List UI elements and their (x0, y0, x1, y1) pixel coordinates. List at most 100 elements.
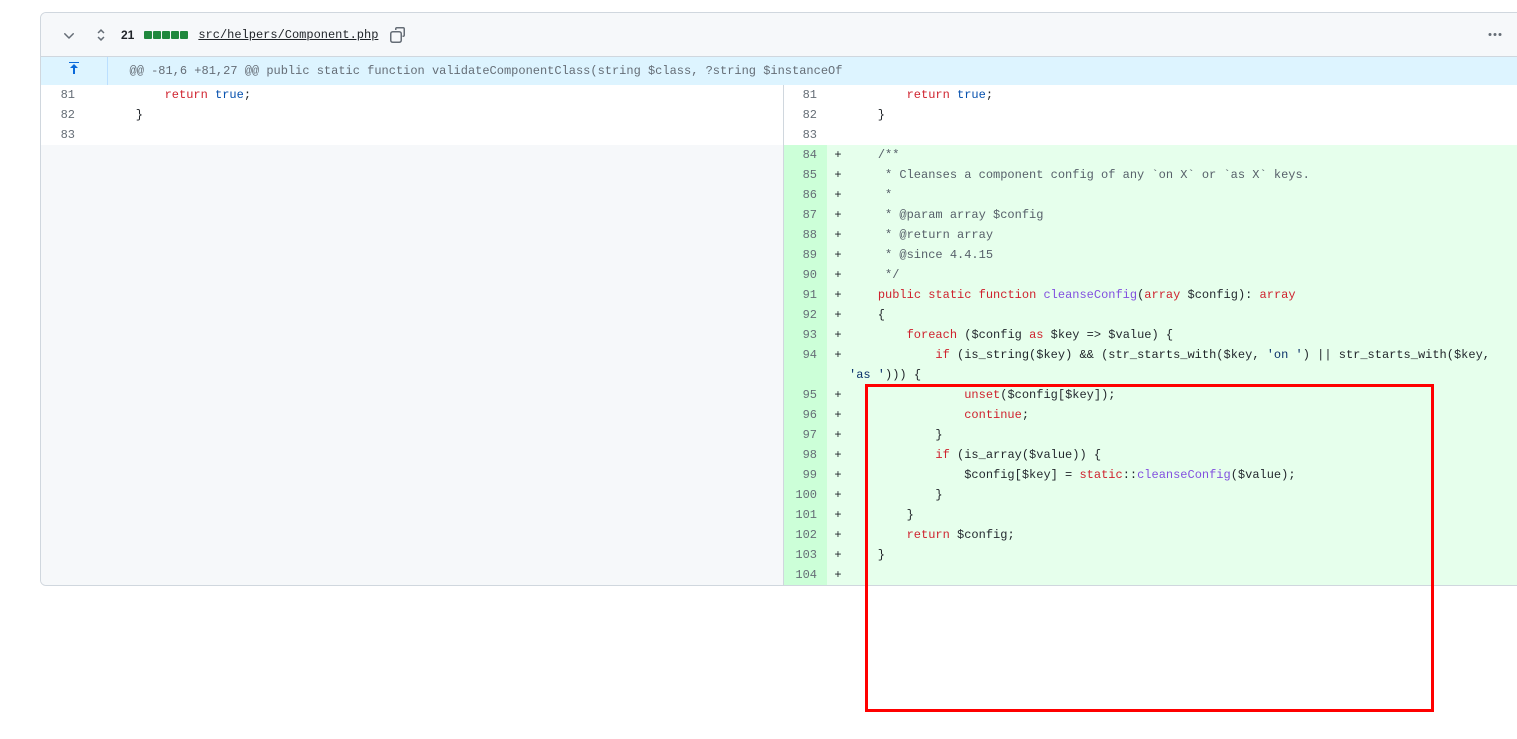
code-right[interactable]: return true; (849, 85, 1517, 105)
line-num-right[interactable]: 82 (783, 105, 827, 125)
line-num-left-empty (41, 285, 85, 305)
marker-left-empty (85, 285, 107, 305)
line-num-right[interactable]: 100 (783, 485, 827, 505)
code-right[interactable]: } (849, 485, 1517, 505)
code-left[interactable] (107, 125, 783, 145)
line-num-right[interactable]: 90 (783, 265, 827, 285)
code-left-empty (107, 345, 783, 385)
code-left[interactable]: return true; (107, 85, 783, 105)
marker-left-empty (85, 385, 107, 405)
diff-row: 97+ } (41, 425, 1517, 445)
code-right[interactable]: } (849, 545, 1517, 565)
code-right[interactable]: } (849, 105, 1517, 125)
line-num-left-empty (41, 245, 85, 265)
code-right[interactable] (849, 565, 1517, 585)
code-left-empty (107, 285, 783, 305)
chevron-down-icon[interactable] (57, 23, 81, 47)
diff-row: 94+ if (is_string($key) && (str_starts_w… (41, 345, 1517, 385)
code-right[interactable]: if (is_array($value)) { (849, 445, 1517, 465)
diff-row: 81 return true;81 return true; (41, 85, 1517, 105)
line-num-right[interactable]: 98 (783, 445, 827, 465)
expand-up-icon[interactable] (41, 57, 107, 85)
hunk-header-row: @@ -81,6 +81,27 @@ public static functio… (41, 57, 1517, 85)
diff-row: 95+ unset($config[$key]); (41, 385, 1517, 405)
line-num-left[interactable]: 82 (41, 105, 85, 125)
code-left[interactable]: } (107, 105, 783, 125)
code-right[interactable]: unset($config[$key]); (849, 385, 1517, 405)
line-num-left-empty (41, 425, 85, 445)
line-num-right[interactable]: 103 (783, 545, 827, 565)
line-num-right[interactable]: 94 (783, 345, 827, 385)
marker-left-empty (85, 565, 107, 585)
line-num-right[interactable]: 104 (783, 565, 827, 585)
file-header-left: 21 src/helpers/Component.php (57, 23, 410, 47)
line-num-right[interactable]: 102 (783, 525, 827, 545)
add-marker: + (827, 545, 849, 565)
line-num-right[interactable]: 101 (783, 505, 827, 525)
marker-left-empty (85, 425, 107, 445)
code-left-empty (107, 485, 783, 505)
code-right[interactable]: foreach ($config as $key => $value) { (849, 325, 1517, 345)
line-num-left-empty (41, 405, 85, 425)
line-num-right[interactable]: 87 (783, 205, 827, 225)
line-num-right[interactable]: 95 (783, 385, 827, 405)
expand-all-icon[interactable] (89, 23, 113, 47)
line-num-right[interactable]: 84 (783, 145, 827, 165)
code-right[interactable]: continue; (849, 405, 1517, 425)
line-num-left[interactable]: 83 (41, 125, 85, 145)
diffstat-block (144, 31, 152, 39)
add-marker: + (827, 485, 849, 505)
line-num-right[interactable]: 93 (783, 325, 827, 345)
code-left-empty (107, 505, 783, 525)
code-right[interactable]: return $config; (849, 525, 1517, 545)
code-right[interactable] (849, 125, 1517, 145)
line-num-right[interactable]: 88 (783, 225, 827, 245)
code-left-empty (107, 465, 783, 485)
marker-left-empty (85, 525, 107, 545)
code-right[interactable]: */ (849, 265, 1517, 285)
diff-row: 103+ } (41, 545, 1517, 565)
line-num-right[interactable]: 91 (783, 285, 827, 305)
code-right[interactable]: * (849, 185, 1517, 205)
line-num-right[interactable]: 97 (783, 425, 827, 445)
line-num-left-empty (41, 305, 85, 325)
add-marker: + (827, 345, 849, 385)
diff-row: 89+ * @since 4.4.15 (41, 245, 1517, 265)
marker-right (827, 125, 849, 145)
code-right[interactable]: * @return array (849, 225, 1517, 245)
diff-row: 96+ continue; (41, 405, 1517, 425)
code-right[interactable]: public static function cleanseConfig(arr… (849, 285, 1517, 305)
line-num-right[interactable]: 81 (783, 85, 827, 105)
line-num-right[interactable]: 83 (783, 125, 827, 145)
diff-row: 91+ public static function cleanseConfig… (41, 285, 1517, 305)
marker-left-empty (85, 405, 107, 425)
kebab-menu-icon[interactable] (1483, 23, 1507, 47)
code-left-empty (107, 425, 783, 445)
copy-icon[interactable] (386, 23, 410, 47)
file-path-link[interactable]: src/helpers/Component.php (198, 28, 378, 42)
line-num-left[interactable]: 81 (41, 85, 85, 105)
diffstat-block (171, 31, 179, 39)
line-num-right[interactable]: 99 (783, 465, 827, 485)
marker-left (85, 105, 107, 125)
code-right[interactable]: $config[$key] = static::cleanseConfig($v… (849, 465, 1517, 485)
code-right[interactable]: } (849, 505, 1517, 525)
code-right[interactable]: } (849, 425, 1517, 445)
code-right[interactable]: * Cleanses a component config of any `on… (849, 165, 1517, 185)
line-num-left-empty (41, 525, 85, 545)
code-right[interactable]: * @param array $config (849, 205, 1517, 225)
line-num-right[interactable]: 85 (783, 165, 827, 185)
code-left-empty (107, 405, 783, 425)
line-num-right[interactable]: 89 (783, 245, 827, 265)
code-right[interactable]: { (849, 305, 1517, 325)
diff-row: 88+ * @return array (41, 225, 1517, 245)
code-right[interactable]: /** (849, 145, 1517, 165)
diff-row: 92+ { (41, 305, 1517, 325)
line-num-right[interactable]: 86 (783, 185, 827, 205)
line-num-right[interactable]: 92 (783, 305, 827, 325)
add-marker: + (827, 525, 849, 545)
code-right[interactable]: * @since 4.4.15 (849, 245, 1517, 265)
code-left-empty (107, 265, 783, 285)
line-num-right[interactable]: 96 (783, 405, 827, 425)
code-right[interactable]: if (is_string($key) && (str_starts_with(… (849, 345, 1517, 385)
